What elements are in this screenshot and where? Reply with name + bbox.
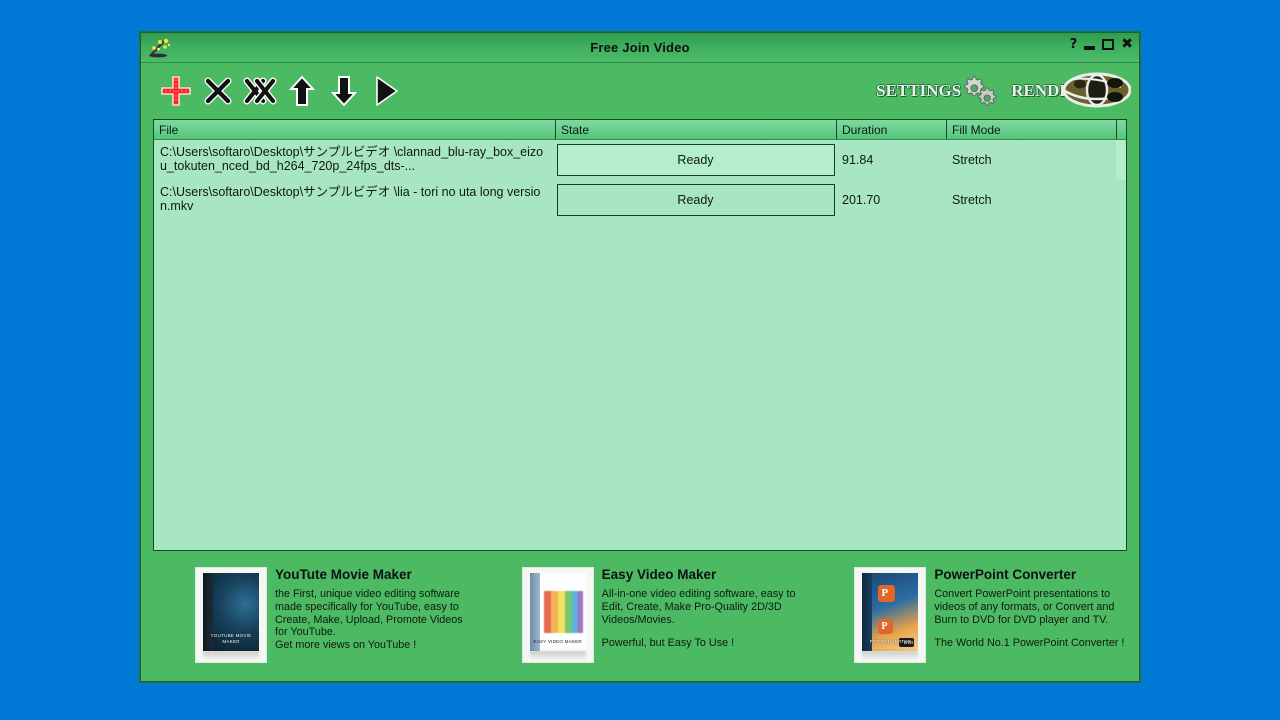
settings-button[interactable]: SETTINGS [876,71,1001,111]
add-file-button[interactable] [155,70,197,112]
title-bar[interactable]: Free Join Video ? ✖ [141,33,1139,63]
product-boxshot-image: EASY VIDEO MAKER [521,567,594,663]
promo-powerpoint-converter[interactable]: P P DVD PPT CONVERTER PowerPoint Convert… [806,567,1139,663]
file-list[interactable]: File State Duration Fill Mode C:\Users\s… [153,119,1127,551]
product-boxshot-image: P P DVD PPT CONVERTER [854,567,927,663]
cell-state[interactable]: Ready [555,140,836,180]
cell-file: C:\Users\softaro\Desktop\サンプルビデオ \lia - … [160,185,541,213]
settings-label: SETTINGS [876,81,962,100]
desktop-background: Free Join Video ? ✖ SETTINGS RENDER File… [0,0,1280,720]
promo-text-block: PowerPoint Converter Convert PowerPoint … [926,567,1139,650]
column-header-duration[interactable]: Duration [836,120,946,139]
promo-description: All-in-one video editing software, easy … [601,588,796,626]
help-button[interactable]: ? [1070,38,1078,51]
move-up-button[interactable] [281,70,323,112]
play-button[interactable] [365,70,407,112]
close-button[interactable]: ✖ [1121,37,1133,51]
promo-tagline: The World No.1 PowerPoint Converter ! [934,637,1125,650]
promo-strip: YOUTUBE MOVIE MAKER YouTute Movie Maker … [141,551,1139,681]
promo-title: Easy Video Maker [601,567,717,582]
promo-description: the First, unique video editing software… [275,588,463,639]
promo-easy-video-maker[interactable]: EASY VIDEO MAKER Easy Video Maker All-in… [474,567,807,663]
toolbar: SETTINGS RENDER [141,63,1139,119]
minimize-button[interactable] [1084,45,1096,50]
film-reel-icon [1062,72,1131,108]
render-button[interactable]: RENDER [1011,71,1131,111]
cell-fillmode[interactable]: Stretch [946,140,1116,180]
column-header-state[interactable]: State [555,120,836,139]
promo-description: Convert PowerPoint presentations to vide… [934,588,1115,626]
promo-title: PowerPoint Converter [934,567,1077,582]
boxshot-label: EASY VIDEO MAKER [533,639,582,644]
cell-extra [1116,180,1126,220]
cell-duration: 91.84 [842,153,874,167]
cell-duration: 201.70 [842,193,881,207]
product-boxshot-image: YOUTUBE MOVIE MAKER [195,567,267,663]
clear-all-button[interactable] [239,70,281,112]
gear-icon [964,76,997,106]
boxshot-label: YOUTUBE MOVIE MAKER [210,633,252,644]
remove-file-button[interactable] [197,70,239,112]
status-badge: Ready [556,144,835,176]
table-row[interactable]: C:\Users\softaro\Desktop\サンプルビデオ \clanna… [154,140,1126,180]
cell-file: C:\Users\softaro\Desktop\サンプルビデオ \clanna… [160,145,544,173]
column-header-extra[interactable] [1116,120,1126,139]
boxshot-label: PPT CONVERTER [869,639,912,644]
window-title: Free Join Video [590,40,690,55]
promo-tagline: Get more views on YouTube ! [275,639,417,652]
maximize-button[interactable] [1102,39,1115,50]
file-list-body: C:\Users\softaro\Desktop\サンプルビデオ \clanna… [154,140,1126,550]
promo-tagline: Powerful, but Easy To Use ! [601,637,735,650]
cell-state[interactable]: Ready [555,180,836,220]
move-down-button[interactable] [323,70,365,112]
file-list-header: File State Duration Fill Mode [154,120,1126,140]
promo-text-block: YouTute Movie Maker the First, unique vi… [267,567,474,652]
application-window: Free Join Video ? ✖ SETTINGS RENDER File… [140,32,1140,682]
cell-extra [1116,140,1126,180]
window-controls: ? ✖ [1070,37,1133,51]
status-badge: Ready [556,184,835,216]
promo-title: YouTute Movie Maker [275,567,412,582]
magic-wand-sparkle-icon [147,36,173,60]
promo-text-block: Easy Video Maker All-in-one video editin… [594,567,807,650]
column-header-file[interactable]: File [154,120,555,139]
table-row[interactable]: C:\Users\softaro\Desktop\サンプルビデオ \lia - … [154,180,1126,220]
promo-youtute-movie-maker[interactable]: YOUTUBE MOVIE MAKER YouTute Movie Maker … [141,567,474,663]
column-header-fillmode[interactable]: Fill Mode [946,120,1116,139]
cell-fillmode[interactable]: Stretch [946,180,1116,220]
toolbar-right-group: SETTINGS RENDER [876,71,1131,111]
